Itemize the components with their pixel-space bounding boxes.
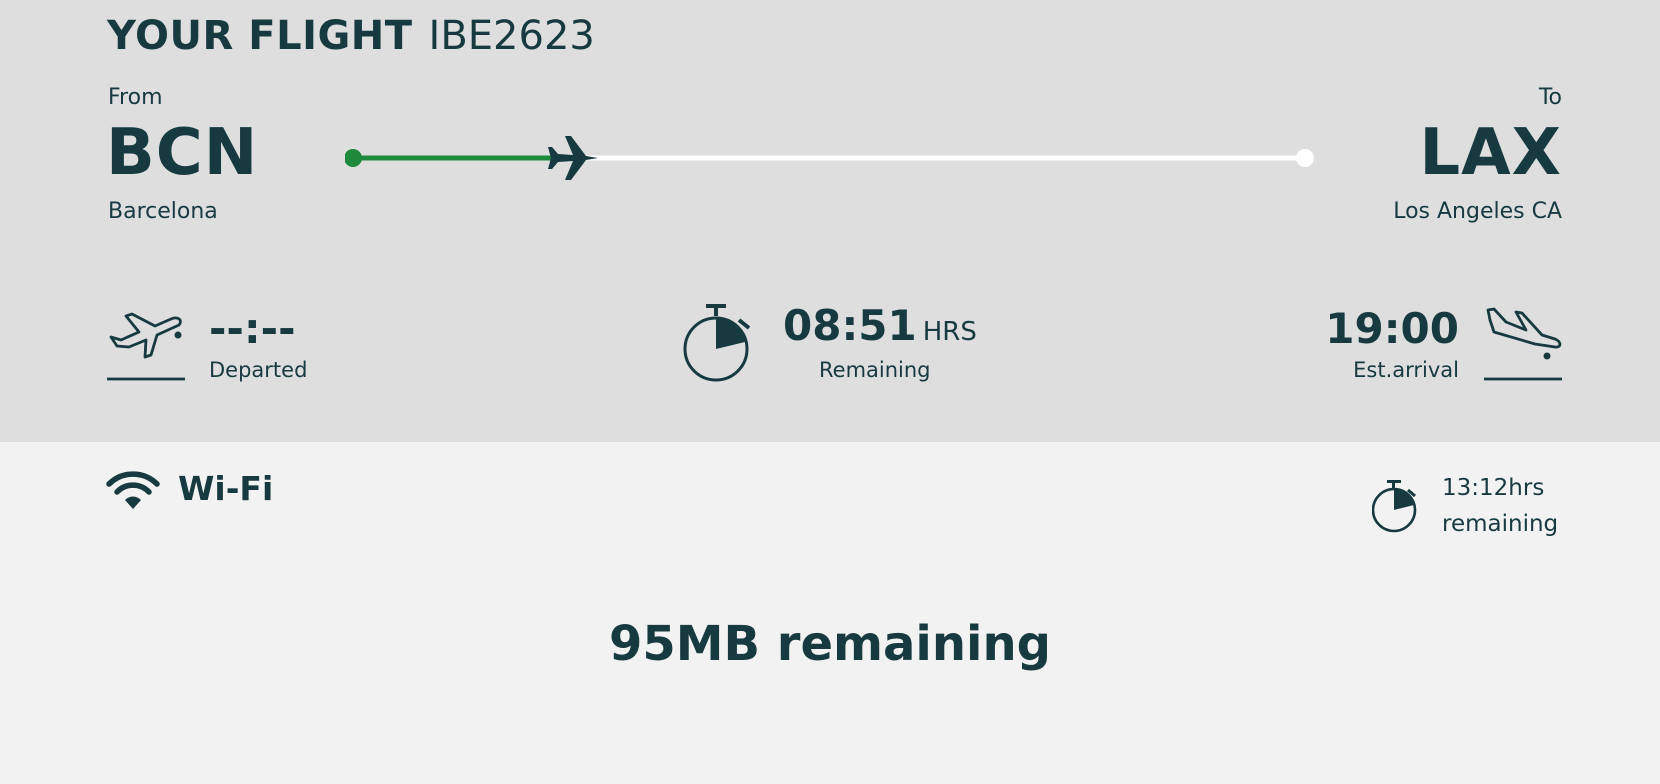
wifi-time-block: 13:12hrs remaining — [1442, 470, 1558, 542]
origin-label: From — [108, 85, 163, 110]
remaining-time-group: 08:51 HRS — [783, 305, 977, 348]
arrival-label: Est.arrival — [1353, 358, 1459, 382]
data-remaining: 95MB remaining — [608, 616, 1052, 672]
wifi-time-label: remaining — [1442, 511, 1559, 537]
landing-icon — [1484, 307, 1562, 381]
flight-header: YOUR FLIGHT IBE2623 — [107, 16, 595, 56]
destination-city: Los Angeles CA — [1393, 199, 1562, 224]
origin-dot — [345, 149, 362, 167]
destination-dot — [1296, 149, 1314, 167]
wifi-icon — [106, 471, 160, 509]
wifi-title: Wi-Fi — [178, 469, 274, 508]
airplane-icon — [548, 136, 599, 180]
flight-number: IBE2623 — [428, 13, 595, 59]
wifi-time-remaining: 13:12hrs — [1442, 475, 1545, 501]
stopwatch-icon — [683, 304, 751, 382]
destination-code: LAX — [1419, 116, 1562, 190]
takeoff-icon — [107, 312, 185, 381]
flight-route — [345, 149, 1314, 167]
departed-time: --:-- — [209, 304, 296, 353]
departed-label: Departed — [209, 358, 308, 382]
remaining-label: Remaining — [819, 358, 931, 382]
remaining-time: 08:51 — [783, 301, 917, 350]
remaining-unit: HRS — [922, 317, 977, 347]
arrival-time: 19:00 — [1325, 304, 1459, 353]
flight-title: YOUR FLIGHT — [107, 13, 413, 59]
origin-city: Barcelona — [108, 199, 218, 224]
destination-label: To — [1538, 85, 1562, 110]
origin-code: BCN — [106, 116, 259, 190]
stopwatch-icon — [1372, 480, 1417, 533]
